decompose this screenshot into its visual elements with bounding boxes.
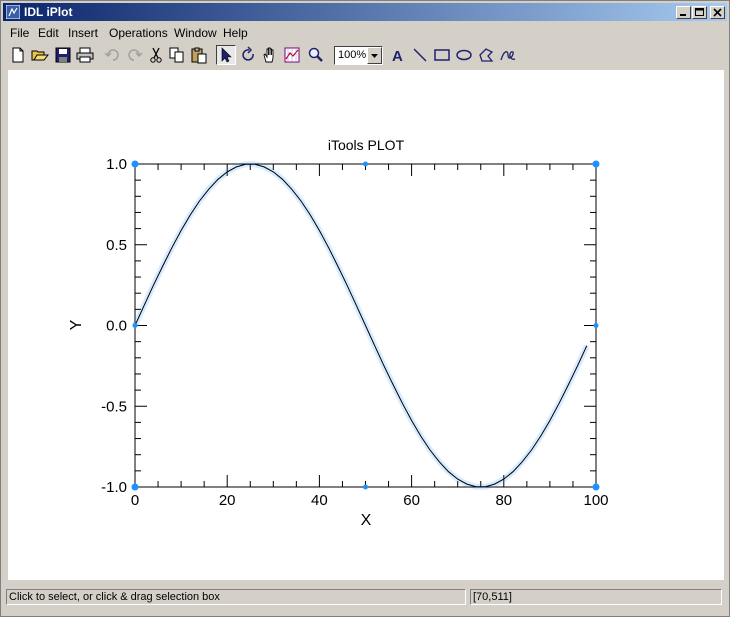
iplot-window: IDL iPlot File Edit Insert Operations Wi… [0,0,730,617]
select-tool-button[interactable] [216,45,236,65]
new-button[interactable] [9,46,27,64]
pan-button[interactable] [261,46,279,64]
selection-corner-handle [131,483,139,491]
line-icon [413,48,427,62]
polygon-tool-button[interactable] [477,46,495,64]
y-axis-label: Y [68,319,85,330]
y-tick-label: 1.0 [106,156,127,173]
window-title: IDL iPlot [24,5,73,19]
rectangle-icon [434,49,450,61]
sine-plot[interactable]: iTools PLOT X Y 0 20 40 60 80 100-1.0-0.50.00… [8,70,724,580]
y-tick-label: 0.5 [106,237,127,254]
maximize-button[interactable] [692,6,707,19]
cut-button[interactable] [147,46,165,64]
series-line [134,163,588,488]
save-button[interactable] [54,46,72,64]
copy-icon [169,47,184,63]
arrow-cursor-icon [221,47,232,63]
menu-help[interactable]: Help [223,26,248,40]
y-tick-label: 0.0 [106,318,127,335]
undo-button[interactable] [104,46,122,64]
printer-icon [76,47,94,63]
paste-clipboard-icon [191,47,207,64]
x-tick-label: 20 [219,492,236,509]
y-tick-label: -0.5 [101,398,127,415]
menu-file[interactable]: File [10,26,29,40]
plot-title: iTools PLOT [328,137,405,153]
x-tick-label: 80 [495,492,512,509]
open-folder-icon [31,50,49,61]
redo-icon [128,49,143,61]
rectangle-tool-button[interactable] [433,46,451,64]
x-tick-label: 100 [583,492,608,509]
oval-tool-button[interactable] [455,46,473,64]
menu-edit[interactable]: Edit [38,26,59,40]
zoom-tool-button[interactable] [307,46,325,64]
minimize-button[interactable] [676,6,691,19]
save-disk-icon [55,47,71,63]
chevron-down-icon [371,54,378,58]
toolbar: 100% A [3,43,727,69]
undo-icon [104,49,119,61]
print-button[interactable] [76,46,94,64]
hand-icon [263,47,274,63]
maximize-icon [695,8,704,16]
x-tick-label: 40 [311,492,328,509]
plot-canvas[interactable]: iTools PLOT X Y 0 20 40 60 80 100 -1.0 -0.5 0.0 0… [8,70,724,580]
selection-edge-handle [363,161,368,167]
status-coords-panel: [70,511] [470,589,722,605]
data-range-icon [284,47,300,63]
magnifier-icon [308,47,323,62]
scissors-icon [150,47,162,63]
menu-insert[interactable]: Insert [68,26,98,40]
series-selection-halo [132,161,590,490]
redo-button[interactable] [125,46,143,64]
status-message-panel: Click to select, or click & drag selecti… [6,589,466,605]
idl-app-icon [6,5,20,19]
menu-window[interactable]: Window [174,26,217,40]
polygon-icon [479,48,494,62]
selection-corner-handle [592,160,600,168]
selection-edge-handle [593,323,599,328]
status-message: Click to select, or click & drag selecti… [9,591,220,603]
line-tool-button[interactable] [411,46,429,64]
x-tick-label: 0 [131,492,139,509]
rotate-icon [242,46,254,61]
copy-button[interactable] [168,46,186,64]
freehand-icon [500,51,516,61]
rotate-button[interactable] [240,46,258,64]
close-icon [713,8,722,17]
y-tick-label: -1.0 [101,479,127,496]
menu-operations[interactable]: Operations [109,26,168,40]
new-file-icon [12,47,24,63]
open-button[interactable] [31,46,49,64]
x-axis-label: X [361,512,372,529]
text-a-icon: A [392,48,403,64]
minimize-icon [680,14,686,16]
freehand-tool-button[interactable] [499,46,517,64]
selection-corner-handle [592,483,600,491]
paste-button[interactable] [190,46,208,64]
ellipse-icon [456,49,472,61]
svg-text:A: A [392,48,403,64]
zoom-dropdown-arrow[interactable] [367,47,382,64]
text-tool-button[interactable]: A [389,46,407,64]
zoom-dropdown[interactable]: 100% [334,46,383,65]
selection-corner-handle [131,160,139,168]
zoom-value: 100% [338,49,367,61]
selection-edge-handle [363,484,368,490]
cursor-coordinates: [70,511] [473,591,512,603]
title-bar[interactable]: IDL iPlot [3,3,727,21]
close-button[interactable] [710,6,725,19]
x-tick-label: 60 [403,492,420,509]
data-range-button[interactable] [283,46,301,64]
selection-edge-handle [132,323,138,328]
plot-axes: 0 20 40 60 80 100 -1.0 -0.5 0.0 0.5 1.0 [101,156,608,509]
plot-series [132,161,590,490]
